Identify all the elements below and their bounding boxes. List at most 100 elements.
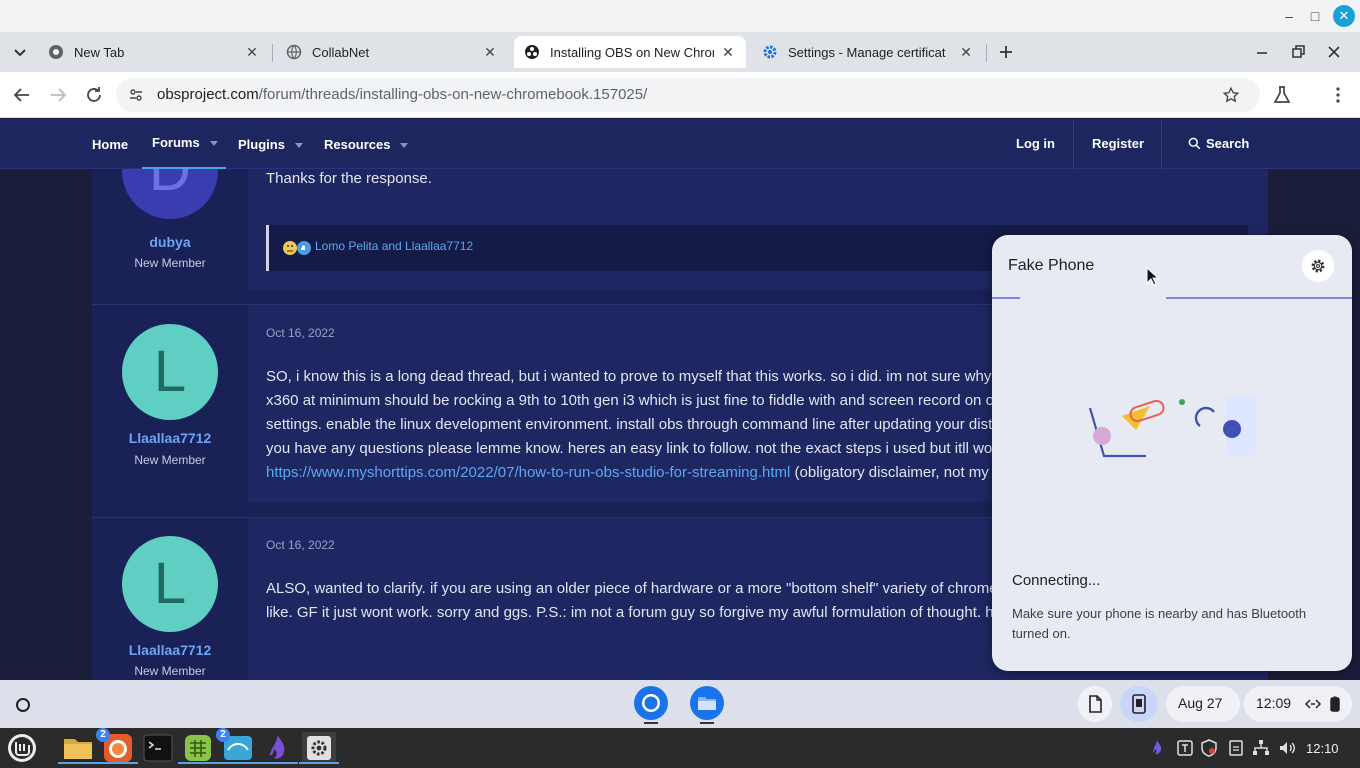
taskbar-clock[interactable]: 12:10 xyxy=(1306,741,1339,756)
nav-separator xyxy=(1161,119,1162,169)
nav-active-indicator xyxy=(142,167,226,169)
site-info-icon[interactable] xyxy=(128,87,144,103)
close-tab-icon[interactable]: ✕ xyxy=(482,44,498,60)
caret-down-icon[interactable] xyxy=(400,143,409,149)
taskbar-spreadsheet[interactable] xyxy=(178,732,218,764)
tab-collabnet[interactable]: CollabNet ✕ xyxy=(276,36,508,68)
bookmark-star-icon[interactable] xyxy=(1222,86,1240,104)
connecting-illustration xyxy=(1088,396,1256,458)
tab-new-tab[interactable]: New Tab ✕ xyxy=(38,36,270,68)
holding-space-button[interactable] xyxy=(1078,686,1112,722)
avatar[interactable]: L xyxy=(122,536,218,632)
taskbar-emulator[interactable] xyxy=(258,732,298,764)
notification-badge: 2 xyxy=(216,728,230,742)
phone-hub-button[interactable] xyxy=(1120,686,1158,722)
avatar[interactable]: L xyxy=(122,324,218,420)
external-link[interactable]: https://www.myshorttips.com/2022/07/how-… xyxy=(266,464,790,481)
terminal-icon xyxy=(142,732,174,764)
globe-icon xyxy=(286,44,302,60)
new-tab-button[interactable] xyxy=(994,40,1018,64)
notification-badge: 2 xyxy=(96,728,110,742)
post-text-line: SO, i know this is a long dead thread, b… xyxy=(266,368,992,385)
running-indicator xyxy=(644,722,658,724)
status-tray[interactable]: 12:09 xyxy=(1244,686,1352,722)
post-date[interactable]: Oct 16, 2022 xyxy=(266,538,335,552)
nav-separator xyxy=(1073,119,1074,169)
tab-settings-certificates[interactable]: Settings - Manage certificat ✕ xyxy=(752,36,984,68)
close-tab-icon[interactable]: ✕ xyxy=(958,44,974,60)
post-text-line: like. GF it just wont work. sorry and gg… xyxy=(266,604,994,621)
taskbar-settings[interactable] xyxy=(299,732,339,764)
post-text: Thanks for the response. xyxy=(266,170,432,187)
post-date[interactable]: Oct 16, 2022 xyxy=(266,326,335,340)
minimize-window-button[interactable]: – xyxy=(1279,6,1299,26)
search-link[interactable]: Search xyxy=(1188,136,1249,151)
caret-down-icon[interactable] xyxy=(209,141,218,147)
browser-minimize-button[interactable] xyxy=(1250,40,1274,64)
running-indicator xyxy=(258,762,298,764)
launcher-circle-icon xyxy=(10,692,36,718)
user-role: New Member xyxy=(134,664,206,678)
tab-search-button[interactable] xyxy=(8,40,32,64)
username[interactable]: dubya xyxy=(92,234,248,250)
nav-plugins[interactable]: Plugins xyxy=(238,137,303,152)
mint-menu-button[interactable] xyxy=(6,732,38,764)
phone-hub-settings-button[interactable] xyxy=(1302,250,1334,282)
labs-button[interactable] xyxy=(1270,83,1294,107)
tray-volume-icon[interactable] xyxy=(1278,739,1296,757)
post-text-line: https://www.myshorttips.com/2022/07/how-… xyxy=(266,461,996,485)
close-tab-icon[interactable]: ✕ xyxy=(244,44,260,60)
nav-forums-label: Forums xyxy=(152,135,200,150)
post-user-panel: L Llaallaa7712 New Member xyxy=(92,518,248,680)
taskbar-files[interactable] xyxy=(58,732,98,764)
address-bar[interactable]: obsproject.com/forum/threads/installing-… xyxy=(116,78,1260,112)
reaction-users-link[interactable]: Lomo Pelita and Llaallaa7712 xyxy=(315,239,473,253)
tray-flame-icon[interactable] xyxy=(1148,739,1166,757)
post-text-fragment: (obligatory disclaimer, not my xyxy=(790,464,989,481)
minimize-icon xyxy=(1250,40,1274,64)
nav-home[interactable]: Home xyxy=(92,137,128,152)
tray-keyboard-icon[interactable] xyxy=(1176,739,1194,757)
user-role: New Member xyxy=(134,453,206,467)
nav-resources[interactable]: Resources xyxy=(324,137,409,152)
username[interactable]: Llaallaa7712 xyxy=(92,642,248,658)
close-window-button[interactable]: ✕ xyxy=(1333,5,1355,27)
linux-mint-logo-icon xyxy=(6,732,38,764)
nav-forums[interactable]: Forums xyxy=(152,135,218,150)
file-icon xyxy=(1087,695,1103,713)
maximize-window-button[interactable]: □ xyxy=(1305,6,1325,26)
browser-close-button[interactable] xyxy=(1322,40,1346,64)
username[interactable]: Llaallaa7712 xyxy=(92,430,248,446)
running-indicator xyxy=(218,762,258,764)
tab-divider xyxy=(272,44,273,62)
restore-icon xyxy=(1286,40,1310,64)
login-link[interactable]: Log in xyxy=(1016,136,1055,151)
launcher-button[interactable] xyxy=(10,692,36,718)
folder-icon xyxy=(688,684,726,722)
plus-icon xyxy=(994,40,1018,64)
shelf-chrome-app[interactable] xyxy=(632,684,670,724)
reload-button[interactable] xyxy=(82,83,106,107)
close-tab-icon[interactable]: ✕ xyxy=(720,44,736,60)
tab-title: New Tab xyxy=(74,44,125,60)
tray-shield-icon[interactable] xyxy=(1200,739,1218,757)
caret-down-icon[interactable] xyxy=(294,143,303,149)
taskbar-terminal[interactable] xyxy=(142,732,174,764)
browser-menu-button[interactable] xyxy=(1326,83,1350,107)
forward-button[interactable] xyxy=(46,83,70,107)
spreadsheet-icon xyxy=(182,732,214,764)
tray-network-icon[interactable] xyxy=(1252,739,1270,757)
taskbar-software-store[interactable]: 2 xyxy=(216,728,258,764)
taskbar-firefox[interactable]: 2 xyxy=(96,728,138,764)
register-link[interactable]: Register xyxy=(1092,136,1144,151)
tab-installing-obs[interactable]: Installing OBS on New Chrom ✕ xyxy=(514,36,746,68)
back-button[interactable] xyxy=(10,83,34,107)
date-tray[interactable]: Aug 27 xyxy=(1166,686,1240,722)
post-text-line: ALSO, wanted to clarify. if you are usin… xyxy=(266,580,996,597)
reaction-emoji-icon[interactable] xyxy=(282,240,314,256)
shelf-date: Aug 27 xyxy=(1178,695,1223,711)
shelf-files-app[interactable] xyxy=(688,684,726,724)
reload-icon xyxy=(82,83,106,107)
browser-restore-button[interactable] xyxy=(1286,40,1310,64)
tray-notes-icon[interactable] xyxy=(1227,739,1245,757)
